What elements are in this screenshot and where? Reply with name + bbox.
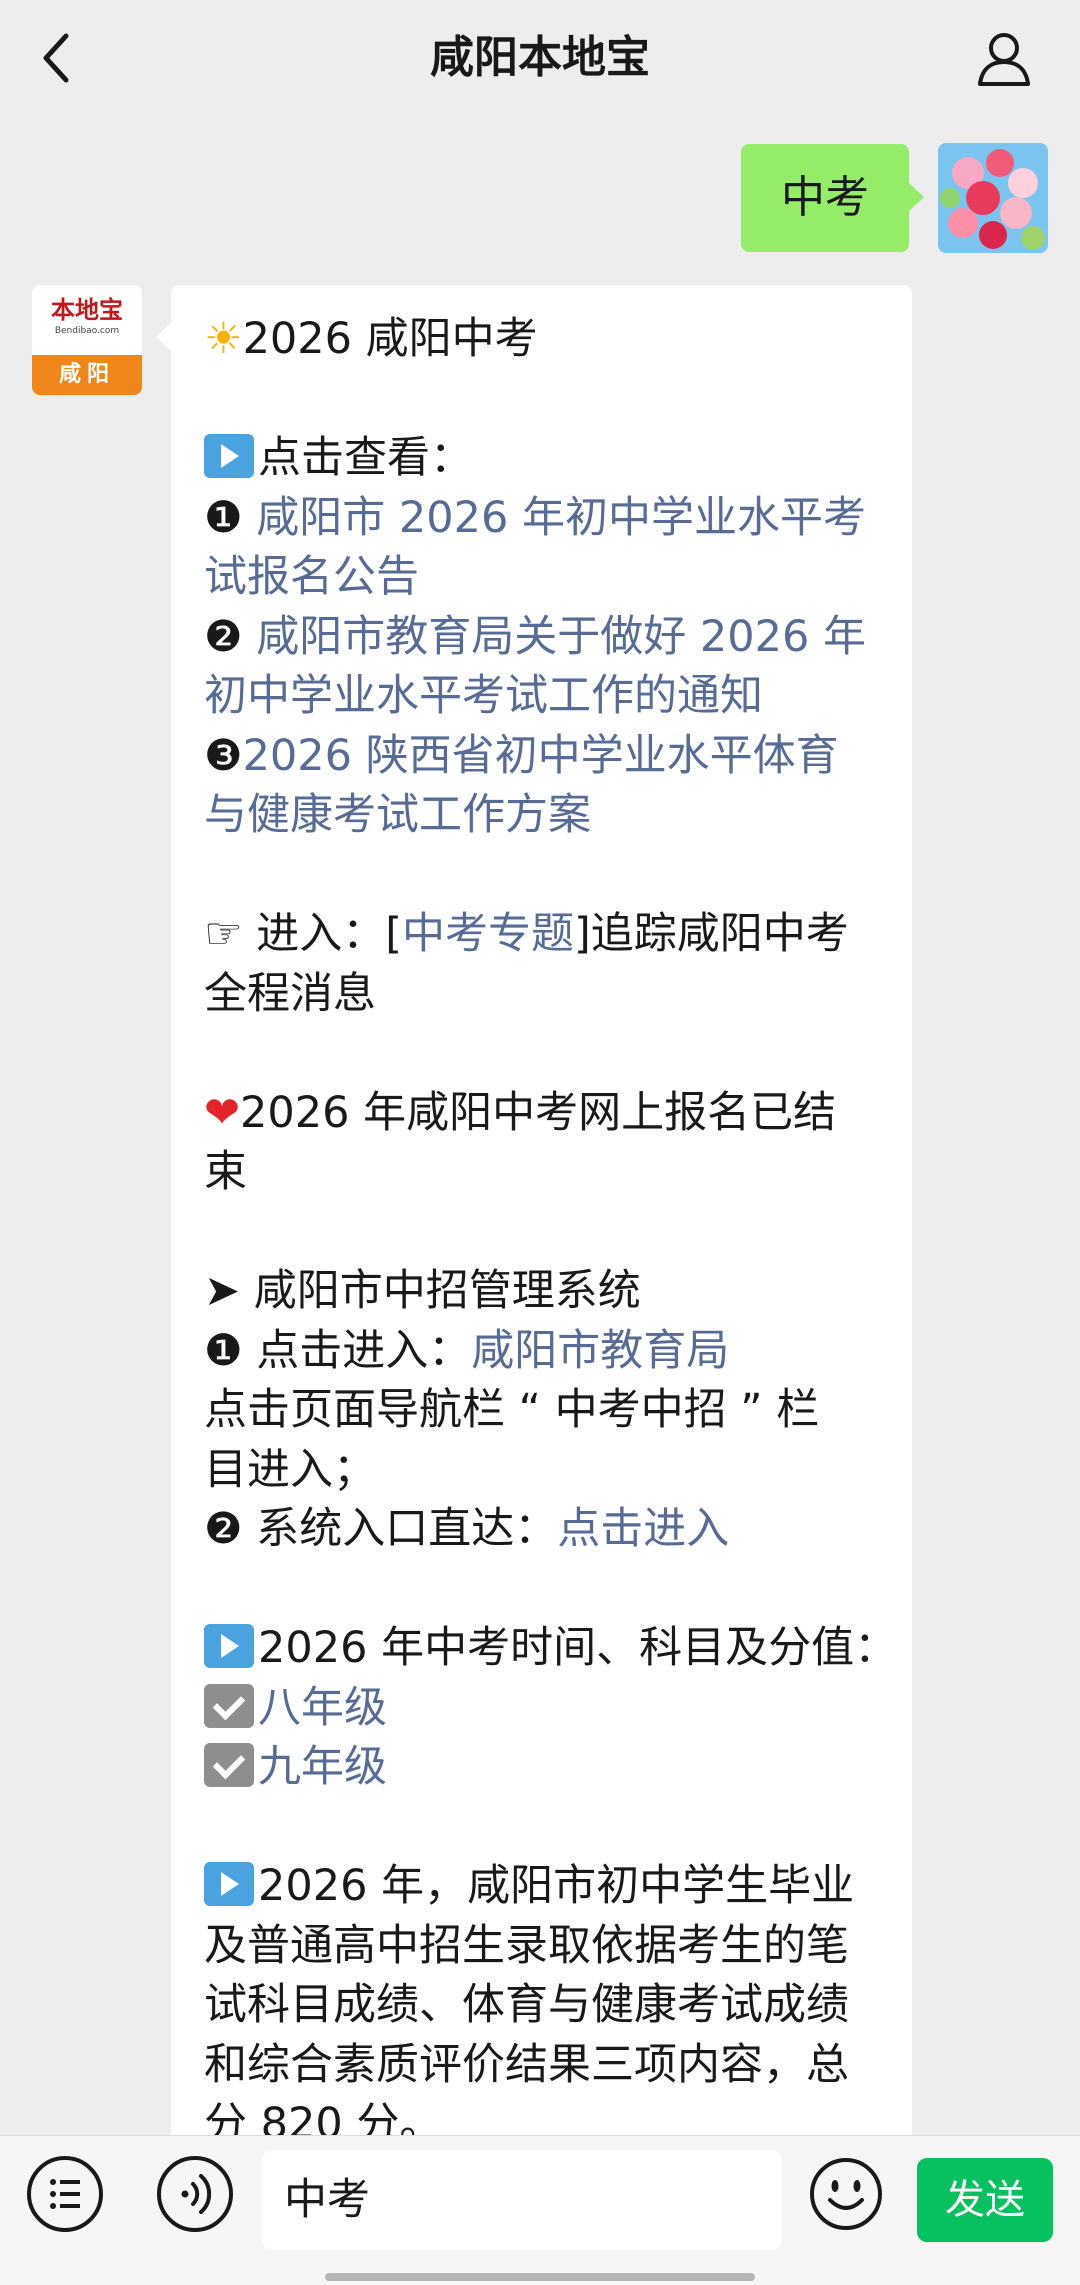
number-1-icon: ❶ [204,1325,243,1376]
play-icon [204,1624,254,1668]
user-avatar[interactable] [938,143,1048,253]
send-button[interactable]: 发送 [917,2158,1053,2242]
link-pe-exam-plan[interactable]: 2026 陕西省初中学业水平体育 [243,731,839,781]
message-title: 2026 咸阳中考 [242,314,538,364]
link-system-entry[interactable]: 点击进入 [557,1504,729,1554]
logo-city-label: 咸阳 [32,355,142,395]
arrow-icon: ➤ [204,1266,241,1316]
play-icon [204,434,254,478]
link-education-bureau-notice[interactable]: 咸阳市教育局关于做好 2026 年 [256,612,866,662]
bendibao-logo: 本地宝 Bendibao.com [32,285,142,351]
smiley-icon[interactable] [808,2156,884,2232]
link-education-bureau-notice-cont[interactable]: 初中学业水平考试工作的通知 [204,671,763,721]
chat-header: 咸阳本地宝 [0,0,1080,120]
incoming-message-bubble: ☀2026 咸阳中考 点击查看： ❶ 咸阳市 2026 年初中学业水平考 试报名… [171,285,912,2165]
pointing-hand-icon: ☞ [204,909,243,959]
link-pe-exam-plan-cont[interactable]: 与健康考试工作方案 [204,790,591,840]
link-zhongkao-topic[interactable]: 中考专题 [402,909,574,959]
link-education-bureau[interactable]: 咸阳市教育局 [471,1326,729,1376]
list-icon[interactable] [27,2156,103,2232]
sun-icon: ☀ [204,314,243,364]
message-content: ☀2026 咸阳中考 点击查看： ❶ 咸阳市 2026 年初中学业水平考 试报名… [204,314,898,2149]
outgoing-message-text: 中考 [781,172,869,223]
input-bar: 中考 发送 [0,2135,1080,2285]
number-1-icon: ❶ [204,492,243,543]
chat-title: 咸阳本地宝 [430,32,650,83]
heart-icon: ❤ [204,1087,241,1138]
bubble-tail [156,322,172,352]
play-icon [204,1862,254,1906]
link-registration-notice-cont[interactable]: 试报名公告 [204,552,419,602]
message-input[interactable]: 中考 [262,2150,782,2250]
number-3-icon: ❸ [204,730,243,781]
person-icon[interactable] [974,28,1034,88]
outgoing-message-bubble[interactable]: 中考 [741,144,924,252]
home-indicator[interactable] [325,2273,755,2281]
number-2-icon: ❷ [204,611,243,662]
voice-icon[interactable] [157,2156,233,2232]
link-registration-notice[interactable]: 咸阳市 2026 年初中学业水平考 [256,493,866,543]
system-title: 咸阳市中招管理系统 [240,1266,641,1316]
link-grade-8[interactable]: 八年级 [258,1683,387,1733]
number-2-icon: ❷ [204,1504,243,1554]
checkbox-icon [204,1683,254,1728]
official-account-avatar[interactable]: 本地宝 Bendibao.com 咸阳 [32,285,142,395]
link-grade-9[interactable]: 九年级 [258,1742,387,1792]
checkbox-icon [204,1743,254,1787]
